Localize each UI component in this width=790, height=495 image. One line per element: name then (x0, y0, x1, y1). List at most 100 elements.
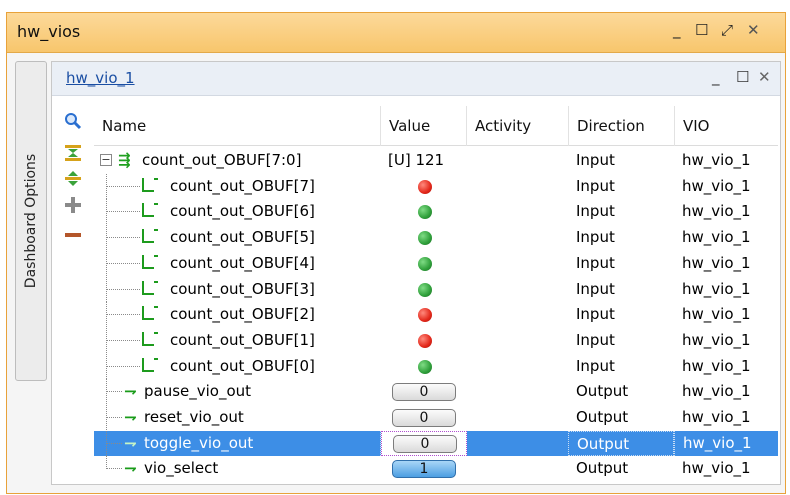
input-signal-icon (142, 280, 154, 295)
input-signal-icon-top (154, 229, 158, 232)
tree-line (106, 339, 140, 341)
probe-value-cell (380, 199, 466, 224)
toggle-value-button[interactable]: 0 (393, 434, 457, 453)
probe-vio-cell: hw_vio_1 (682, 408, 751, 426)
probe-name-cell: − ⇶ count_out_OBUF[7:0] (94, 148, 380, 173)
table-row[interactable]: count_out_OBUF[4] Input hw_vio_1 (94, 250, 778, 276)
probe-name: count_out_OBUF[0] (170, 356, 315, 375)
probe-value-cell (380, 328, 466, 353)
probe-value-cell[interactable]: 0 (380, 430, 467, 456)
probe-vio-cell: hw_vio_1 (682, 305, 751, 324)
dashboard-options-tab[interactable]: Dashboard Options (15, 61, 47, 381)
table-row[interactable]: ⇁ reset_vio_out 0 Output hw_vio_1 (94, 405, 778, 430)
probe-activity-cell (466, 431, 568, 456)
probe-name: count_out_OBUF[3] (170, 279, 315, 298)
column-header-name[interactable]: Name (94, 106, 380, 146)
probe-name: vio_select (144, 459, 219, 478)
input-signal-icon-top (154, 306, 158, 309)
probe-vio-cell: hw_vio_1 (682, 228, 751, 247)
table-row[interactable]: ⇁ pause_vio_out 0 Output hw_vio_1 (94, 379, 778, 405)
tree-line (106, 417, 122, 418)
input-signal-icon (142, 306, 154, 321)
led-red-icon (418, 179, 432, 194)
remove-icon[interactable] (62, 224, 84, 246)
table-row[interactable]: ⇁ vio_select 1 Output hw_vio_1 (94, 456, 778, 481)
probe-name: count_out_OBUF[2] (170, 305, 315, 324)
toggle-value-button[interactable]: 0 (392, 409, 456, 427)
inner-window-title[interactable]: hw_vio_1 (66, 69, 135, 87)
column-header-value[interactable]: Value (380, 106, 466, 146)
probe-direction-cell: Input (576, 202, 615, 221)
probe-direction-cell: Input (576, 228, 615, 247)
led-green-icon (418, 256, 432, 271)
led-red-icon (418, 333, 432, 348)
probe-activity-cell (466, 405, 568, 430)
table-row[interactable]: count_out_OBUF[5] Input hw_vio_1 (94, 225, 778, 251)
add-icon[interactable] (62, 194, 84, 216)
search-icon[interactable] (62, 110, 84, 132)
table-header: Name Value Activity Direction VIO (94, 106, 778, 146)
expand-all-icon[interactable] (62, 168, 84, 190)
led-red-icon (418, 308, 432, 323)
restore-icon[interactable]: ⤢ (721, 21, 733, 39)
probe-vio-cell: hw_vio_1 (682, 279, 751, 298)
minimize-icon[interactable]: _ (673, 21, 681, 39)
probe-name-cell: count_out_OBUF[7] (94, 173, 380, 199)
probe-name-cell: ⇁ vio_select (94, 456, 380, 481)
table-row[interactable]: count_out_OBUF[0] Input hw_vio_1 (94, 353, 778, 379)
column-header-vio[interactable]: VIO (674, 106, 778, 146)
probe-value-cell[interactable]: 0 (380, 379, 466, 404)
column-header-activity[interactable]: Activity (466, 106, 568, 146)
probe-name: reset_vio_out (144, 408, 244, 426)
output-probe-icon: ⇁ (124, 408, 137, 426)
probe-direction-cell: Output (568, 430, 674, 456)
probe-vio-cell: hw_vio_1 (682, 176, 751, 195)
tree-line (106, 314, 140, 316)
table-row[interactable]: count_out_OBUF[3] Input hw_vio_1 (94, 276, 778, 302)
input-signal-icon-top (154, 254, 158, 257)
tree-line (106, 185, 140, 187)
probe-value-cell (380, 174, 466, 199)
input-signal-icon (142, 203, 154, 218)
outer-title-bar: hw_vios _ ☐ ⤢ ✕ (7, 13, 785, 53)
inner-close-icon[interactable]: ✕ (758, 68, 771, 86)
probe-activity-cell (466, 379, 568, 404)
table-row[interactable]: − ⇶ count_out_OBUF[7:0] [U] 121 Input hw_vio_… (94, 148, 778, 173)
table-row[interactable]: ⇁ toggle_vio_out 0 Output hw_vio_1 (94, 430, 778, 456)
table-row[interactable]: count_out_OBUF[6] Input hw_vio_1 (94, 199, 778, 225)
probe-direction-cell: Input (576, 330, 615, 349)
probe-name-cell: count_out_OBUF[5] (94, 225, 380, 251)
table-row[interactable]: count_out_OBUF[1] Input hw_vio_1 (94, 327, 778, 353)
probe-name: count_out_OBUF[7:0] (142, 151, 302, 169)
collapse-toggle-icon[interactable]: − (100, 154, 112, 166)
inner-minimize-icon[interactable]: _ (712, 68, 720, 86)
probe-direction-cell: Input (576, 176, 615, 195)
input-signal-icon (142, 357, 154, 372)
bus-icon: ⇶ (118, 151, 131, 169)
toggle-value-button[interactable]: 1 (392, 460, 456, 479)
output-probe-icon: ⇁ (124, 433, 137, 452)
probe-name: count_out_OBUF[5] (170, 228, 315, 247)
probe-direction-cell: Output (576, 408, 629, 426)
probe-direction-cell: Input (576, 253, 615, 272)
input-signal-icon-top (154, 203, 158, 206)
inner-maximize-icon[interactable]: ☐ (736, 68, 749, 86)
maximize-icon[interactable]: ☐ (695, 21, 708, 39)
input-signal-icon-top (154, 280, 158, 283)
probe-vio-cell: hw_vio_1 (682, 253, 751, 272)
inner-title-bar: hw_vio_1 _ ☐ ✕ (52, 62, 780, 96)
close-icon[interactable]: ✕ (747, 21, 760, 39)
hw-vios-window: hw_vios _ ☐ ⤢ ✕ Dashboard Options hw_vio… (6, 12, 786, 494)
probe-value-cell[interactable]: 1 (380, 456, 466, 481)
column-header-direction[interactable]: Direction (568, 106, 674, 146)
toggle-value-button[interactable]: 0 (392, 383, 456, 402)
probe-vio-cell: hw_vio_1 (682, 202, 751, 221)
table-row[interactable]: count_out_OBUF[2] Input hw_vio_1 (94, 302, 778, 328)
probe-value-cell[interactable]: 0 (380, 405, 466, 430)
input-signal-icon (142, 254, 154, 269)
collapse-all-icon[interactable] (62, 142, 84, 164)
probe-value-cell (380, 302, 466, 327)
probe-direction-cell: Input (576, 305, 615, 324)
probe-direction-cell: Output (576, 382, 629, 401)
table-row[interactable]: count_out_OBUF[7] Input hw_vio_1 (94, 173, 778, 199)
